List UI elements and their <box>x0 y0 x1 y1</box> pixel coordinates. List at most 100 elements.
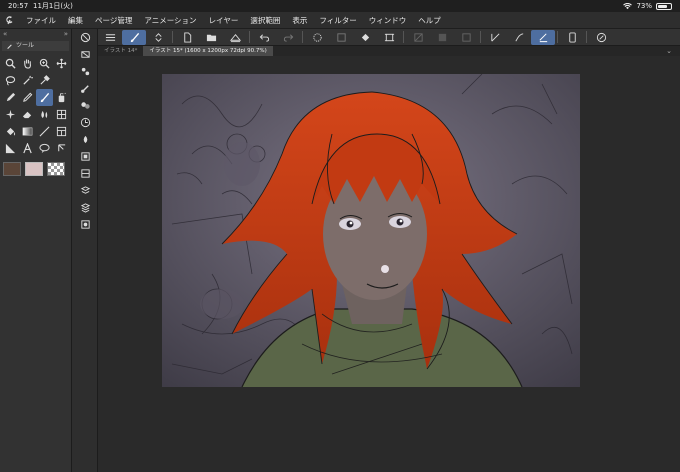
menu-filter[interactable]: フィルター <box>313 15 362 26</box>
menu-toggle-icon[interactable] <box>98 30 122 45</box>
status-date: 11月1日(火) <box>33 2 73 10</box>
zoom-icon[interactable] <box>2 55 19 72</box>
airbrush-icon[interactable] <box>53 89 70 106</box>
menu-file[interactable]: ファイル <box>20 15 62 26</box>
lasso-icon[interactable] <box>2 72 19 89</box>
brush-size-icon[interactable] <box>72 165 98 182</box>
tool-tab-label: ツール <box>16 42 35 49</box>
frame-icon[interactable] <box>53 123 70 140</box>
save-icon[interactable] <box>223 30 247 45</box>
undo-icon[interactable] <box>252 30 276 45</box>
battery-fill <box>658 4 667 8</box>
status-bar: 20:57 11月1日(火) 73% <box>0 0 680 12</box>
eraser-icon[interactable] <box>19 106 36 123</box>
redo-icon[interactable] <box>276 30 300 45</box>
gradient-icon[interactable] <box>19 123 36 140</box>
document-tabs: イラスト 14* イラスト 15* (1600 x 1200px 72dpi 9… <box>98 46 680 56</box>
deselect-icon[interactable] <box>406 30 430 45</box>
app-logo-icon[interactable] <box>0 12 20 29</box>
link-icon[interactable] <box>53 140 70 157</box>
balloon-icon[interactable] <box>36 140 53 157</box>
invert-selection-icon[interactable] <box>430 30 454 45</box>
tab-illust-14[interactable]: イラスト 14* <box>98 46 143 56</box>
text-icon[interactable] <box>19 140 36 157</box>
blend-icon[interactable] <box>36 106 53 123</box>
collapse-left-icon[interactable]: « <box>3 29 7 39</box>
menu-selection[interactable]: 選択範囲 <box>244 15 286 26</box>
separator <box>403 31 404 43</box>
tool-grid <box>0 51 71 157</box>
tool-switch-icon[interactable] <box>146 30 170 45</box>
pen-tab-icon <box>7 44 12 49</box>
navigator-icon[interactable] <box>72 29 98 46</box>
status-time: 20:57 <box>8 2 29 10</box>
collapse-right-icon[interactable]: » <box>64 29 68 39</box>
brush-icon[interactable] <box>36 89 53 106</box>
transform-icon[interactable] <box>377 30 401 45</box>
battery-percent: 73% <box>636 2 652 10</box>
color-set-icon[interactable] <box>72 182 98 199</box>
chevron-down-icon[interactable]: ⌄ <box>666 46 680 56</box>
current-tool-button[interactable] <box>122 29 146 45</box>
menu-animation[interactable]: アニメーション <box>138 15 202 26</box>
snap-ruler-icon[interactable] <box>483 30 507 45</box>
sub-color-swatch[interactable] <box>25 162 43 176</box>
quick-access-icon[interactable] <box>72 199 98 216</box>
separator <box>172 31 173 43</box>
eyedropper-icon[interactable] <box>36 72 53 89</box>
fill-selection-icon[interactable] <box>353 30 377 45</box>
snap-grid-icon[interactable] <box>531 29 555 45</box>
menu-layer[interactable]: レイヤー <box>203 15 245 26</box>
menu-help[interactable]: ヘルプ <box>412 15 447 26</box>
menu-window[interactable]: ウィンドウ <box>363 15 413 26</box>
auto-action-icon[interactable] <box>72 148 98 165</box>
separator <box>302 31 303 43</box>
main-color-swatch[interactable] <box>3 162 21 176</box>
blank-icon <box>53 72 70 89</box>
transparent-color-swatch[interactable] <box>47 162 65 176</box>
menu-view[interactable]: 表示 <box>286 15 313 26</box>
separator <box>480 31 481 43</box>
menu-page[interactable]: ページ管理 <box>89 15 138 26</box>
rotate-icon[interactable] <box>36 55 53 72</box>
sync-icon[interactable] <box>589 30 613 45</box>
decoration-icon[interactable] <box>2 106 19 123</box>
history-icon[interactable] <box>72 114 98 131</box>
hand-icon[interactable] <box>19 55 36 72</box>
fill-icon[interactable] <box>2 123 19 140</box>
separator <box>249 31 250 43</box>
move-icon[interactable] <box>53 55 70 72</box>
layer-search-icon[interactable] <box>72 216 98 233</box>
canvas[interactable] <box>162 74 580 387</box>
menu-edit[interactable]: 編集 <box>62 15 89 26</box>
clear-outside-icon[interactable] <box>329 30 353 45</box>
tool-tab[interactable]: ツール <box>2 41 69 51</box>
ruler-icon[interactable] <box>2 140 19 157</box>
canvas-workspace[interactable] <box>98 56 680 472</box>
magic-wand-icon[interactable] <box>19 72 36 89</box>
sub-tool-icon[interactable] <box>72 63 98 80</box>
separator <box>557 31 558 43</box>
tool-panel: « » ツール <box>0 29 72 472</box>
tab-illust-15[interactable]: イラスト 15* (1600 x 1200px 72dpi 90.7%) <box>143 46 273 56</box>
material-icon[interactable] <box>72 97 98 114</box>
separator <box>586 31 587 43</box>
illustration <box>162 74 580 387</box>
pencil-icon[interactable] <box>19 89 36 106</box>
open-file-icon[interactable] <box>199 30 223 45</box>
new-file-icon[interactable] <box>175 30 199 45</box>
status-right: 73% <box>623 0 672 12</box>
layer-icon[interactable] <box>72 131 98 148</box>
figure-icon[interactable] <box>36 123 53 140</box>
fill-ruler-icon[interactable] <box>53 106 70 123</box>
menu-bar: ファイル 編集 ページ管理 アニメーション レイヤー 選択範囲 表示 フィルター… <box>0 12 680 29</box>
color-circle-icon[interactable] <box>72 80 98 97</box>
companion-mode-icon[interactable] <box>560 30 584 45</box>
layer-property-icon[interactable] <box>72 46 98 63</box>
clear-icon[interactable] <box>305 30 329 45</box>
pen-icon[interactable] <box>2 89 19 106</box>
palette-bar <box>72 29 98 472</box>
panel-collapse-bar: « » <box>0 29 71 39</box>
selection-border-icon[interactable] <box>454 30 478 45</box>
snap-special-ruler-icon[interactable] <box>507 30 531 45</box>
